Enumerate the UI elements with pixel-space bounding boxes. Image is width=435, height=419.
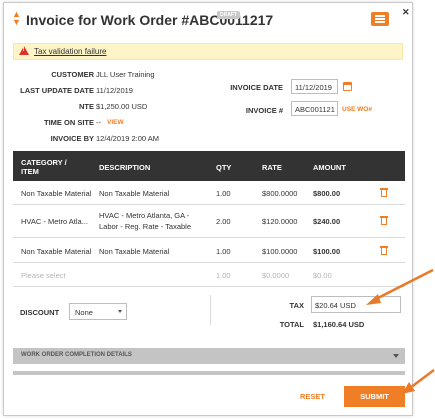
customer-value: JLL User Training [96, 70, 155, 79]
draft-badge: DRAFT [217, 11, 240, 19]
row-category: Non Taxable Material [21, 189, 92, 198]
row-category: Non Taxable Material [21, 247, 92, 256]
last-update-label: LAST UPDATE DATE [20, 86, 94, 95]
nte-label: NTE [79, 102, 94, 111]
row-category: HVAC - Metro Atla... [21, 217, 88, 226]
new-row-qty[interactable]: 1.00 [216, 271, 231, 280]
row-amount: $100.00 [313, 247, 341, 256]
annotation-arrow-tax [366, 268, 434, 305]
last-update-value: 11/12/2019 [96, 86, 133, 95]
modal-header: ▲ ▼ Invoice for Work Order #ABC0011217 DR… [4, 3, 412, 37]
table-row[interactable]: HVAC - Metro Atla... HVAC - Metro Atlant… [13, 205, 405, 238]
new-row-amount: $0.00 [313, 271, 332, 280]
divider [210, 295, 211, 325]
line-items-table-header: CATEGORY / ITEM DESCRIPTION QTY RATE AMO… [13, 151, 405, 181]
alert-link[interactable]: Tax validation failure [34, 47, 106, 56]
drag-handle-icon[interactable]: ▲ ▼ [12, 10, 21, 28]
menu-icon[interactable] [371, 12, 389, 26]
time-on-site-value: -- [96, 118, 101, 127]
item-select-placeholder[interactable]: Please select [21, 271, 66, 280]
row-description-line2: Labor - Reg. Rate - Taxable [99, 222, 191, 231]
chevron-down-icon [118, 310, 122, 313]
new-row-rate[interactable]: $0.0000 [262, 271, 289, 280]
column-amount: AMOUNT [313, 163, 346, 172]
invoice-date-label: INVOICE DATE [230, 83, 283, 92]
invoice-date-field[interactable]: 11/12/2019 [291, 79, 338, 94]
invoice-by-value: 12/4/2019 2:00 AM [96, 134, 159, 143]
row-qty: 2.00 [216, 217, 231, 226]
calendar-icon[interactable] [343, 82, 352, 91]
annotation-arrow-submit [402, 369, 435, 394]
discount-value: None [75, 308, 93, 317]
section-title: WORK ORDER COMPLETION DETAILS [21, 352, 132, 358]
table-row[interactable]: Non Taxable Material Non Taxable Materia… [13, 181, 405, 205]
customer-label: CUSTOMER [51, 70, 94, 79]
column-qty: QTY [216, 163, 232, 172]
nte-value: $1,250.00 USD [96, 102, 148, 111]
row-description-line1: HVAC - Metro Atlanta, GA - [99, 211, 190, 220]
work-order-completion-section[interactable]: WORK ORDER COMPLETION DETAILS [13, 348, 405, 364]
submit-button[interactable]: SUBMIT [344, 386, 405, 407]
warning-icon [19, 46, 29, 55]
close-icon[interactable]: ✕ [402, 7, 410, 18]
invoice-modal: ▲ ▼ Invoice for Work Order #ABC0011217 DR… [3, 2, 413, 416]
tax-label: TAX [289, 301, 304, 310]
total-value: $1,160.64 USD [313, 320, 365, 329]
chevron-down-icon [393, 354, 399, 358]
row-qty: 1.00 [216, 247, 231, 256]
time-on-site-label: TIME ON SITE [43, 118, 94, 127]
column-category: CATEGORY / [21, 158, 67, 167]
trash-icon[interactable] [380, 246, 388, 255]
row-rate: $100.0000 [262, 247, 298, 256]
total-label: TOTAL [279, 320, 304, 329]
table-row[interactable]: Non Taxable Material Non Taxable Materia… [13, 238, 405, 263]
invoice-number-label: INVOICE # [245, 106, 283, 115]
reset-button[interactable]: RESET [300, 392, 325, 401]
row-description: Non Taxable Material [99, 189, 170, 198]
row-amount: $240.00 [313, 217, 341, 226]
row-amount: $800.00 [313, 189, 341, 198]
use-wo-link[interactable]: USE WO# [342, 106, 372, 113]
invoice-by-label: INVOICE BY [50, 134, 94, 143]
row-qty: 1.00 [216, 189, 231, 198]
new-line-item-row[interactable]: Please select 1.00 $0.0000 $0.00 [13, 263, 405, 287]
column-description: DESCRIPTION [99, 163, 151, 172]
column-rate: RATE [262, 163, 282, 172]
tax-validation-alert: Tax validation failure [13, 43, 403, 60]
row-description: Non Taxable Material [99, 247, 170, 256]
trash-icon[interactable] [380, 188, 388, 197]
row-rate: $800.0000 [262, 189, 298, 198]
column-item: ITEM [21, 167, 39, 176]
section-divider [13, 371, 405, 375]
view-link[interactable]: VIEW [107, 119, 124, 126]
discount-label: DISCOUNT [20, 308, 60, 317]
discount-select[interactable]: None [69, 303, 127, 320]
invoice-number-field[interactable]: ABC001121 [291, 101, 338, 116]
row-rate: $120.0000 [262, 217, 298, 226]
trash-icon[interactable] [380, 216, 388, 225]
